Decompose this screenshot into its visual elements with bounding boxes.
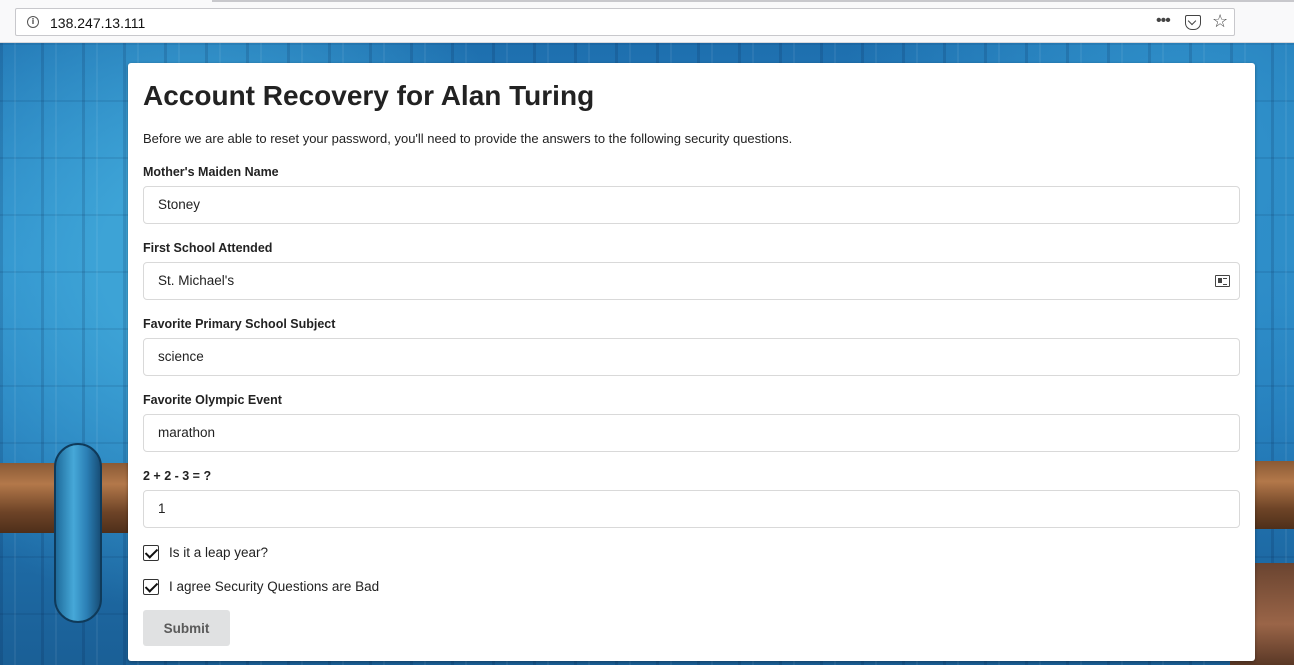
pocket-icon[interactable] bbox=[1185, 15, 1201, 30]
maiden-name-label: Mother's Maiden Name bbox=[143, 165, 279, 179]
olympic-event-input[interactable]: marathon bbox=[143, 414, 1240, 452]
favorite-subject-input[interactable]: science bbox=[143, 338, 1240, 376]
tab-strip-edge bbox=[212, 0, 1294, 2]
first-school-input[interactable]: St. Michael's bbox=[143, 262, 1240, 300]
olympic-event-value[interactable]: marathon bbox=[158, 425, 215, 440]
rusty-rod-right bbox=[1254, 461, 1294, 529]
intro-text: Before we are able to reset your passwor… bbox=[143, 131, 793, 146]
recovery-form-card: Account Recovery for Alan Turing Before … bbox=[128, 63, 1255, 661]
favorite-subject-label: Favorite Primary School Subject bbox=[143, 317, 336, 331]
more-icon[interactable]: ••• bbox=[1156, 12, 1171, 30]
maiden-name-value[interactable]: Stoney bbox=[158, 197, 200, 212]
first-school-value[interactable]: St. Michael's bbox=[158, 273, 234, 288]
maiden-name-input[interactable]: Stoney bbox=[143, 186, 1240, 224]
favorite-subject-value[interactable]: science bbox=[158, 349, 204, 364]
math-question-label: 2 + 2 - 3 = ? bbox=[143, 469, 212, 483]
blue-disc-left bbox=[54, 443, 102, 623]
browser-toolbar: i 138.247.13.111 ••• ☆ bbox=[0, 0, 1294, 43]
page-title: Account Recovery for Alan Turing bbox=[143, 80, 595, 111]
submit-button[interactable]: Submit bbox=[143, 610, 230, 646]
contact-card-icon[interactable] bbox=[1215, 275, 1230, 287]
leap-year-checkbox[interactable] bbox=[143, 545, 159, 561]
agree-checkbox[interactable] bbox=[143, 579, 159, 595]
math-answer-input[interactable]: 1 bbox=[143, 490, 1240, 528]
leap-year-label[interactable]: Is it a leap year? bbox=[169, 545, 268, 560]
star-icon[interactable]: ☆ bbox=[1212, 11, 1228, 32]
agree-label[interactable]: I agree Security Questions are Bad bbox=[169, 579, 379, 594]
address-url[interactable]: 138.247.13.111 bbox=[50, 15, 145, 31]
address-bar[interactable]: i 138.247.13.111 ••• ☆ bbox=[15, 8, 1235, 36]
olympic-event-label: Favorite Olympic Event bbox=[143, 393, 282, 407]
info-icon[interactable]: i bbox=[27, 16, 39, 28]
math-answer-value[interactable]: 1 bbox=[158, 501, 166, 516]
first-school-label: First School Attended bbox=[143, 241, 273, 255]
